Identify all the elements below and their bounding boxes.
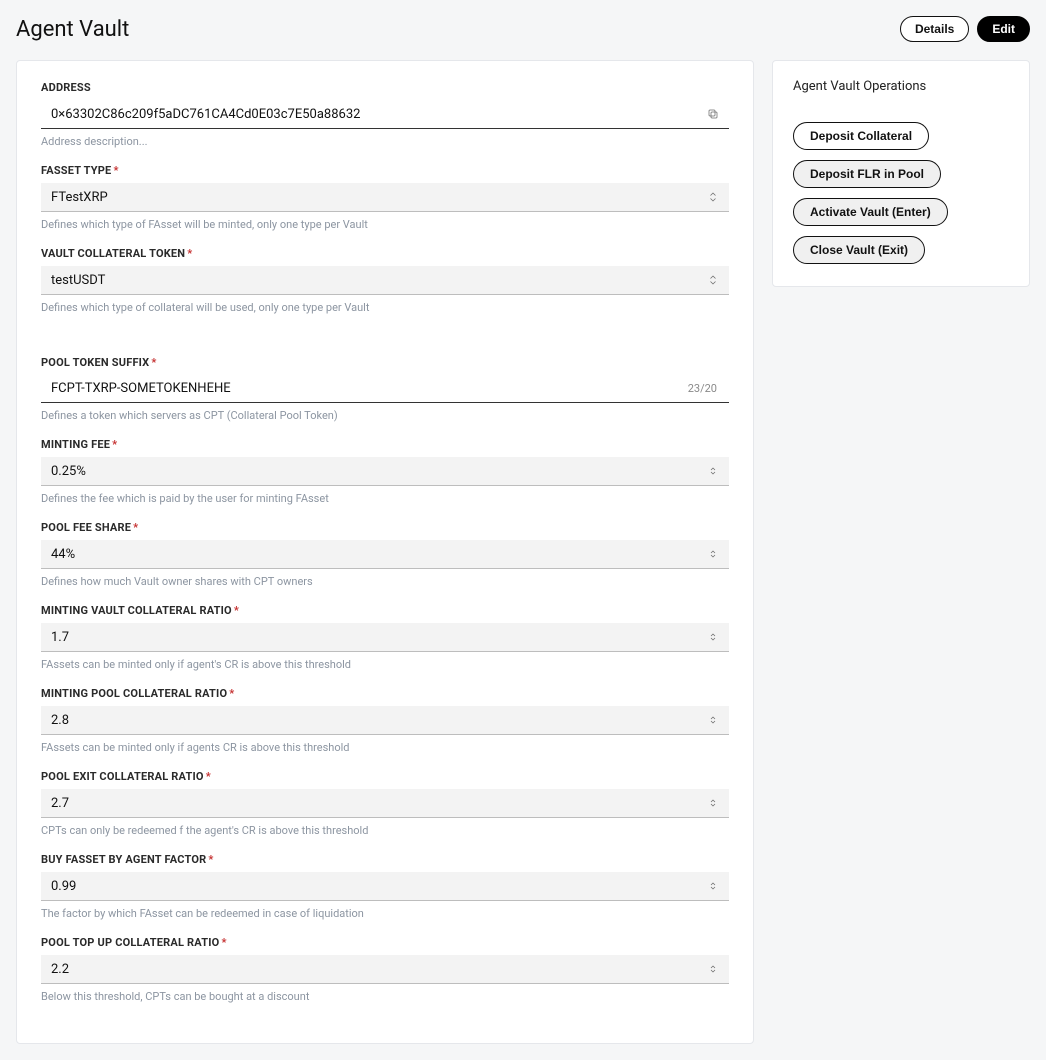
buy-fasset-factor-desc: The factor by which FAsset can be redeem… [41,907,729,920]
stepper-icon[interactable] [703,961,723,977]
pool-topup-cr-desc: Below this threshold, CPTs can be bought… [41,990,729,1003]
buy-fasset-factor-input[interactable]: 0.99 [41,872,729,901]
field-minting-fee: MINTING FEE* 0.25% Defines the fee which… [41,438,729,505]
field-minting-vault-cr: MINTING VAULT COLLATERAL RATIO* 1.7 FAss… [41,604,729,671]
field-vault-collateral-token: VAULT COLLATERAL TOKEN* testUSDT Defines… [41,247,729,314]
activate-vault-button[interactable]: Activate Vault (Enter) [793,198,948,226]
minting-vault-cr-input[interactable]: 1.7 [41,623,729,652]
pool-exit-cr-value: 2.7 [51,796,703,811]
vault-form-card: ADDRESS 0×63302C86c209f5aDC761CA4Cd0E03c… [16,60,754,1044]
vault-collateral-token-label: VAULT COLLATERAL TOKEN* [41,247,729,260]
copy-icon[interactable] [703,106,723,122]
pool-topup-cr-label: POOL TOP UP COLLATERAL RATIO* [41,936,729,949]
field-pool-topup-cr: POOL TOP UP COLLATERAL RATIO* 2.2 Below … [41,936,729,1003]
pool-exit-cr-desc: CPTs can only be redeemed f the agent's … [41,824,729,837]
minting-pool-cr-value: 2.8 [51,713,703,728]
minting-vault-cr-label: MINTING VAULT COLLATERAL RATIO* [41,604,729,617]
header-actions: Details Edit [900,16,1030,42]
pool-exit-cr-input[interactable]: 2.7 [41,789,729,818]
vault-collateral-token-value: testUSDT [51,273,703,288]
stepper-icon[interactable] [703,878,723,894]
pool-token-suffix-label: POOL TOKEN SUFFIX* [41,356,729,369]
pool-fee-share-input[interactable]: 44% [41,540,729,569]
chevron-up-down-icon [703,272,723,288]
stepper-icon[interactable] [703,463,723,479]
pool-token-suffix-counter: 23/20 [682,382,723,395]
pool-fee-share-value: 44% [51,547,703,562]
stepper-icon[interactable] [703,795,723,811]
pool-fee-share-label: POOL FEE SHARE* [41,521,729,534]
field-minting-pool-cr: MINTING POOL COLLATERAL RATIO* 2.8 FAsse… [41,687,729,754]
buy-fasset-factor-value: 0.99 [51,879,703,894]
stepper-icon[interactable] [703,629,723,645]
pool-token-suffix-input[interactable]: FCPT-TXRP-SOMETOKENHEHE 23/20 [41,375,729,403]
pool-exit-cr-label: POOL EXIT COLLATERAL RATIO* [41,770,729,783]
field-address: ADDRESS 0×63302C86c209f5aDC761CA4Cd0E03c… [41,81,729,148]
fasset-type-value: FTestXRP [51,190,703,205]
buy-fasset-factor-label: BUY FASSET BY AGENT FACTOR* [41,853,729,866]
deposit-collateral-button[interactable]: Deposit Collateral [793,122,929,150]
operations-title: Agent Vault Operations [793,79,1009,94]
minting-vault-cr-value: 1.7 [51,630,703,645]
page-title: Agent Vault [16,17,129,42]
minting-fee-input[interactable]: 0.25% [41,457,729,486]
minting-fee-value: 0.25% [51,464,703,479]
pool-token-suffix-desc: Defines a token which servers as CPT (Co… [41,409,729,422]
field-fasset-type: FASSET TYPE* FTestXRP Defines which type… [41,164,729,231]
minting-pool-cr-input[interactable]: 2.8 [41,706,729,735]
close-vault-button[interactable]: Close Vault (Exit) [793,236,925,264]
address-label: ADDRESS [41,81,729,94]
pool-topup-cr-value: 2.2 [51,962,703,977]
operations-card: Agent Vault Operations Deposit Collatera… [772,60,1030,287]
details-button[interactable]: Details [900,16,969,42]
field-pool-token-suffix: POOL TOKEN SUFFIX* FCPT-TXRP-SOMETOKENHE… [41,356,729,422]
field-pool-exit-cr: POOL EXIT COLLATERAL RATIO* 2.7 CPTs can… [41,770,729,837]
stepper-icon[interactable] [703,546,723,562]
pool-token-suffix-value: FCPT-TXRP-SOMETOKENHEHE [51,381,682,396]
vault-collateral-token-desc: Defines which type of collateral will be… [41,301,729,314]
vault-collateral-token-select[interactable]: testUSDT [41,266,729,295]
stepper-icon[interactable] [703,712,723,728]
edit-button[interactable]: Edit [977,16,1030,42]
minting-pool-cr-label: MINTING POOL COLLATERAL RATIO* [41,687,729,700]
address-input[interactable]: 0×63302C86c209f5aDC761CA4Cd0E03c7E50a886… [41,100,729,129]
minting-fee-desc: Defines the fee which is paid by the use… [41,492,729,505]
chevron-up-down-icon [703,189,723,205]
pool-topup-cr-input[interactable]: 2.2 [41,955,729,984]
field-pool-fee-share: POOL FEE SHARE* 44% Defines how much Vau… [41,521,729,588]
fasset-type-label: FASSET TYPE* [41,164,729,177]
minting-fee-label: MINTING FEE* [41,438,729,451]
field-buy-fasset-factor: BUY FASSET BY AGENT FACTOR* 0.99 The fac… [41,853,729,920]
pool-fee-share-desc: Defines how much Vault owner shares with… [41,575,729,588]
address-desc: Address description... [41,135,729,148]
fasset-type-desc: Defines which type of FAsset will be min… [41,218,729,231]
minting-vault-cr-desc: FAssets can be minted only if agent's CR… [41,658,729,671]
address-value: 0×63302C86c209f5aDC761CA4Cd0E03c7E50a886… [51,107,703,122]
deposit-flr-button[interactable]: Deposit FLR in Pool [793,160,941,188]
fasset-type-select[interactable]: FTestXRP [41,183,729,212]
minting-pool-cr-desc: FAssets can be minted only if agents CR … [41,741,729,754]
